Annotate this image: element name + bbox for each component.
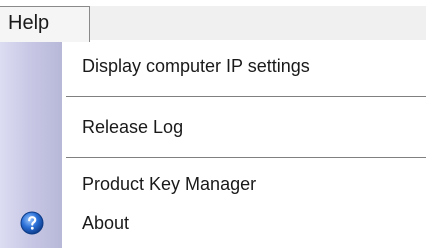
menu-item-label: Release Log bbox=[82, 117, 184, 137]
help-menu[interactable]: Help bbox=[0, 6, 90, 42]
app-frame: Help Display computer IP settings Releas… bbox=[0, 0, 426, 248]
help-dropdown-menu: Display computer IP settings Release Log… bbox=[0, 40, 426, 248]
menu-item-label: About bbox=[82, 213, 130, 233]
menu-item-label: Display computer IP settings bbox=[82, 56, 310, 76]
menu-item-release-log[interactable]: Release Log bbox=[0, 103, 426, 151]
menu-separator bbox=[66, 157, 426, 159]
menu-item-display-ip-settings[interactable]: Display computer IP settings bbox=[0, 42, 426, 90]
menu-separator bbox=[66, 96, 426, 98]
menu-item-about[interactable]: About bbox=[0, 199, 426, 247]
help-question-icon bbox=[20, 211, 44, 235]
menu-bar: Help bbox=[0, 6, 426, 42]
